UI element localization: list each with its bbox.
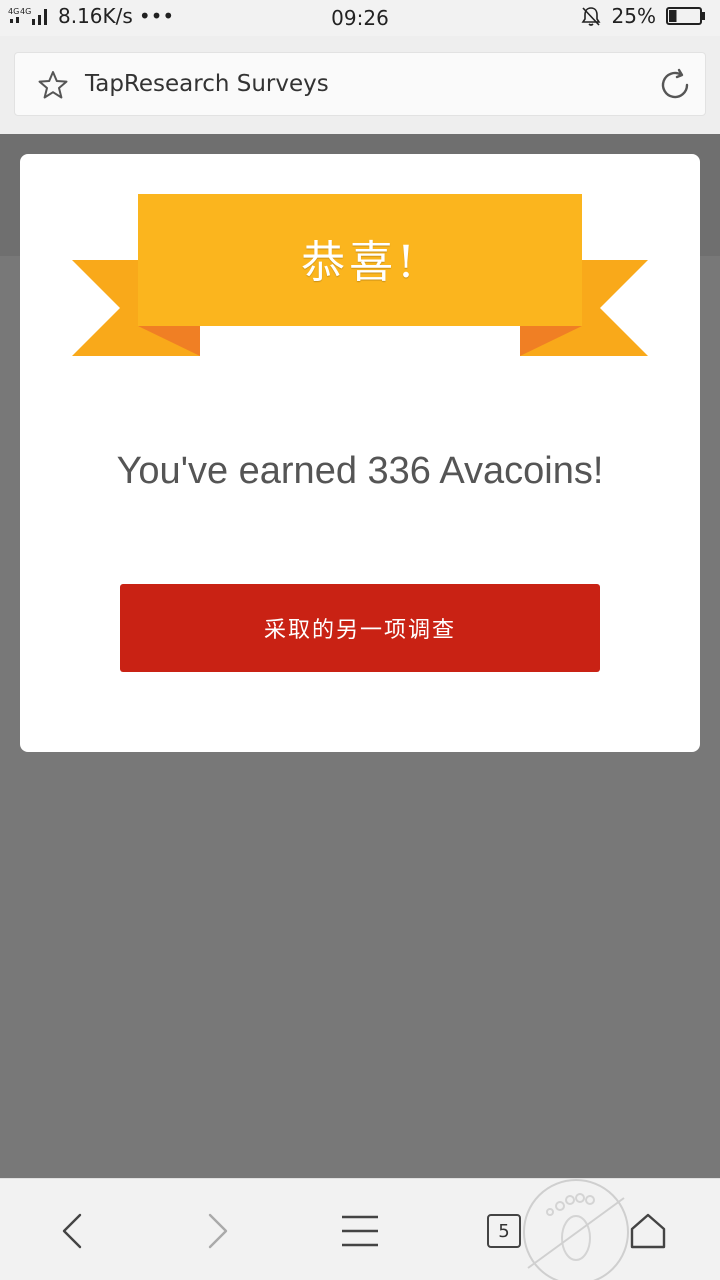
menu-icon bbox=[342, 1215, 378, 1247]
status-right: 25% bbox=[580, 4, 706, 28]
forward-button[interactable] bbox=[194, 1207, 242, 1255]
menu-button[interactable] bbox=[336, 1207, 384, 1255]
silent-bell-icon bbox=[581, 7, 601, 26]
refresh-icon[interactable] bbox=[657, 67, 693, 103]
back-arrow-icon bbox=[62, 1213, 82, 1249]
browser-toolbar: TapResearch Surveys bbox=[0, 36, 720, 134]
footprint-watermark-icon bbox=[523, 1179, 629, 1280]
bookmark-star-icon[interactable] bbox=[37, 69, 69, 101]
reward-dialog: 恭喜! You've earned 336 Avacoins! 采取的另一项调查 bbox=[20, 154, 700, 752]
status-bar: 4G 4G 8.16K/s ••• 09:26 25% bbox=[0, 0, 720, 36]
banner-title: 恭喜! bbox=[301, 237, 419, 288]
page-title: TapResearch Surveys bbox=[85, 71, 329, 97]
back-button[interactable] bbox=[48, 1207, 96, 1255]
battery-icon bbox=[666, 7, 705, 25]
forward-arrow-icon bbox=[208, 1213, 228, 1249]
take-another-survey-button[interactable]: 采取的另一项调查 bbox=[120, 584, 600, 672]
reward-message: You've earned 336 Avacoins! bbox=[116, 450, 604, 492]
tabs-count: 5 bbox=[487, 1214, 521, 1248]
address-bar[interactable]: TapResearch Surveys bbox=[14, 52, 706, 116]
battery-percent: 25% bbox=[611, 4, 656, 28]
home-icon bbox=[630, 1213, 666, 1249]
